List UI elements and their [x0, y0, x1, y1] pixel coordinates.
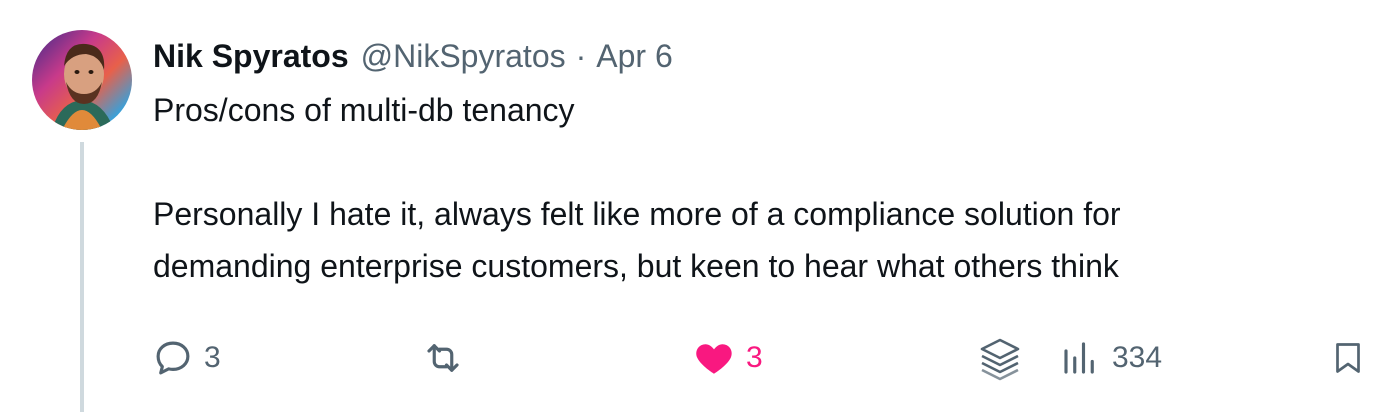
- retweet-button[interactable]: [420, 334, 476, 382]
- tweet-date[interactable]: Apr 6: [596, 34, 672, 78]
- views-count: 334: [1112, 341, 1163, 374]
- bookmark-button[interactable]: [1330, 334, 1366, 382]
- tweet-text-line: Personally I hate it, always felt like m…: [153, 196, 1121, 232]
- bookmark-icon: [1330, 336, 1366, 380]
- views-icon: [1058, 337, 1102, 379]
- reply-button[interactable]: 3: [152, 334, 221, 382]
- thread-line: [80, 142, 84, 412]
- like-button[interactable]: 3: [692, 334, 763, 382]
- avatar[interactable]: [32, 30, 132, 130]
- reply-icon: [152, 337, 194, 379]
- tweet-text-line: demanding enterprise customers, but keen…: [153, 248, 1119, 284]
- heart-icon: [692, 337, 736, 379]
- separator-dot: ·: [575, 38, 587, 74]
- tweet[interactable]: Nik Spyratos @NikSpyratos · Apr 6 Pros/c…: [0, 0, 1398, 412]
- display-name[interactable]: Nik Spyratos: [153, 34, 349, 78]
- retweet-icon: [420, 337, 466, 379]
- like-count: 3: [746, 341, 763, 374]
- views-button[interactable]: 334: [1058, 334, 1162, 382]
- avatar-image: [32, 30, 132, 130]
- tweet-header: Nik Spyratos @NikSpyratos · Apr 6: [153, 34, 673, 78]
- tweet-text-line: Pros/cons of multi-db tenancy: [153, 92, 575, 128]
- grok-icon: [974, 334, 1026, 382]
- grok-button[interactable]: [974, 334, 1026, 382]
- reply-count: 3: [204, 341, 221, 374]
- tweet-text: Pros/cons of multi-db tenancy Personally…: [153, 84, 1363, 292]
- user-handle[interactable]: @NikSpyratos: [361, 34, 566, 78]
